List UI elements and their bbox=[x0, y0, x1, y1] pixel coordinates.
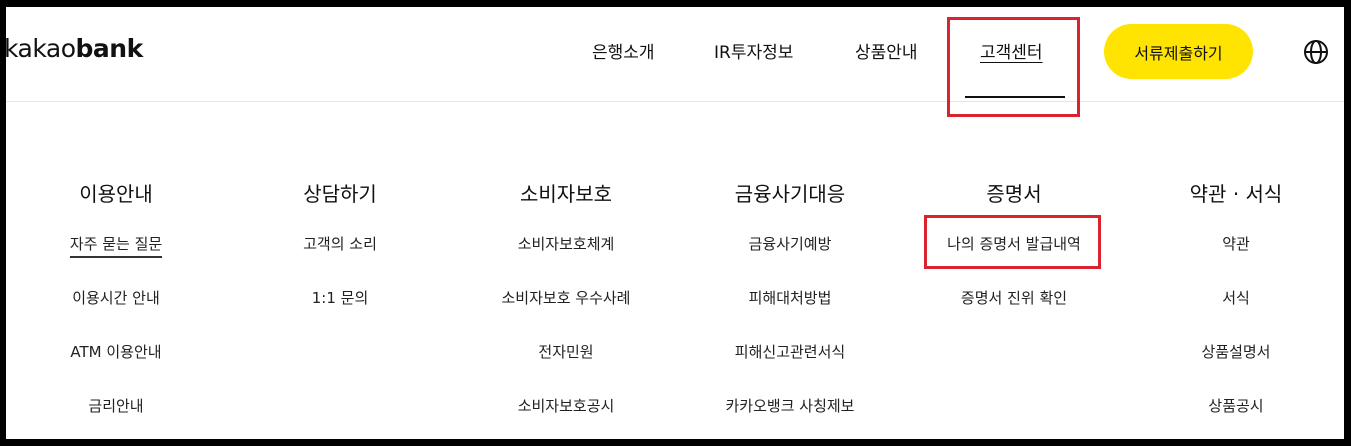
highlight-box-customer-center bbox=[947, 17, 1080, 117]
menu-item-protection-disclosure[interactable]: 소비자보호공시 bbox=[456, 395, 676, 417]
column-title-terms-forms: 약관 · 서식 bbox=[1189, 182, 1283, 206]
menu-item-atm-guide[interactable]: ATM 이용안내 bbox=[6, 341, 226, 363]
menu-item-protection-system[interactable]: 소비자보호체계 bbox=[456, 233, 676, 255]
menu-item-damage-report-forms[interactable]: 피해신고관련서식 bbox=[680, 341, 900, 363]
column-title-certificates: 증명서 bbox=[986, 182, 1042, 206]
menu-column-consult: 상담하기 고객의 소리 1:1 문의 bbox=[230, 179, 450, 341]
menu-item-terms[interactable]: 약관 bbox=[1126, 233, 1344, 255]
kakaobank-logo[interactable]: kakaobank bbox=[6, 34, 143, 63]
page-frame: kakaobank 은행소개 IR투자정보 상품안내 고객센터 서류제출하기 이… bbox=[6, 7, 1344, 439]
logo-text-bold: bank bbox=[75, 34, 144, 63]
menu-item-e-complaint[interactable]: 전자민원 bbox=[456, 341, 676, 363]
menu-item-best-practices[interactable]: 소비자보호 우수사례 bbox=[456, 287, 676, 309]
menu-item-service-hours[interactable]: 이용시간 안내 bbox=[6, 287, 226, 309]
menu-item-interest-rates[interactable]: 금리안내 bbox=[6, 395, 226, 417]
column-title-fraud-response: 금융사기대응 bbox=[734, 182, 846, 206]
menu-column-usage: 이용안내 자주 묻는 질문 이용시간 안내 ATM 이용안내 금리안내 bbox=[6, 179, 226, 439]
menu-item-damage-response[interactable]: 피해대처방법 bbox=[680, 287, 900, 309]
menu-item-certificate-verification[interactable]: 증명서 진위 확인 bbox=[904, 287, 1124, 309]
menu-item-fraud-prevention[interactable]: 금융사기예방 bbox=[680, 233, 900, 255]
menu-column-consumer-protection: 소비자보호 소비자보호체계 소비자보호 우수사례 전자민원 소비자보호공시 bbox=[456, 179, 676, 439]
column-title-consult: 상담하기 bbox=[303, 182, 377, 206]
menu-column-terms-forms: 약관 · 서식 약관 서식 상품설명서 상품공시 bbox=[1126, 179, 1344, 439]
menu-column-fraud-response: 금융사기대응 금융사기예방 피해대처방법 피해신고관련서식 카카오뱅크 사칭제보 bbox=[680, 179, 900, 439]
top-header: kakaobank 은행소개 IR투자정보 상품안내 고객센터 서류제출하기 bbox=[6, 7, 1344, 117]
menu-item-product-disclosure[interactable]: 상품공시 bbox=[1126, 395, 1344, 417]
nav-item-products[interactable]: 상품안내 bbox=[855, 38, 918, 63]
menu-item-faq-label: 자주 묻는 질문 bbox=[69, 235, 163, 258]
menu-item-customer-voice[interactable]: 고객의 소리 bbox=[230, 233, 450, 255]
nav-item-about[interactable]: 은행소개 bbox=[592, 38, 655, 63]
menu-item-faq[interactable]: 자주 묻는 질문 bbox=[6, 233, 226, 258]
highlight-box-certificate-history bbox=[924, 215, 1101, 269]
menu-item-product-manual[interactable]: 상품설명서 bbox=[1126, 341, 1344, 363]
menu-item-impersonation-report[interactable]: 카카오뱅크 사칭제보 bbox=[680, 395, 900, 417]
menu-item-one-to-one[interactable]: 1:1 문의 bbox=[230, 287, 450, 309]
logo-text-light: kakao bbox=[6, 34, 76, 63]
nav-item-ir[interactable]: IR투자정보 bbox=[714, 38, 793, 63]
column-title-consumer-protection: 소비자보호 bbox=[520, 182, 612, 206]
column-title-usage: 이용안내 bbox=[79, 182, 153, 206]
globe-icon[interactable] bbox=[1303, 39, 1329, 65]
menu-item-forms[interactable]: 서식 bbox=[1126, 287, 1344, 309]
submit-documents-button[interactable]: 서류제출하기 bbox=[1104, 24, 1253, 79]
